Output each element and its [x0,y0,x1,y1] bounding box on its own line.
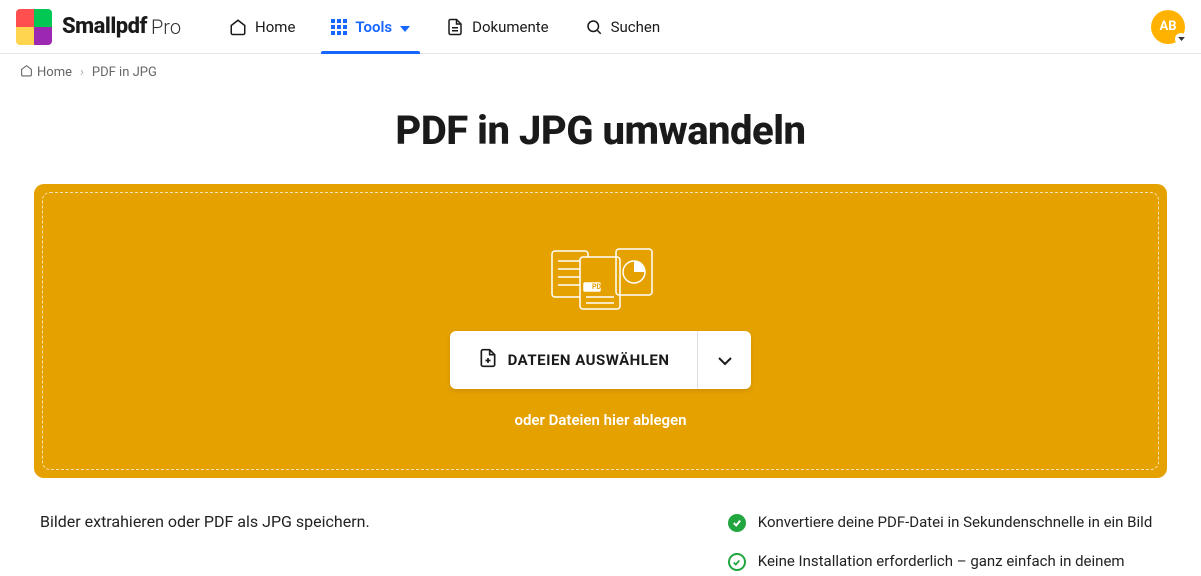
benefit-item: Keine Installation erforderlich – ganz e… [728,551,1161,572]
nav-home[interactable]: Home [211,0,313,54]
check-icon [728,514,746,532]
choose-files-label: DATEIEN AUSWÄHLEN [508,351,670,369]
breadcrumb-home[interactable]: Home [20,64,72,81]
search-icon [585,18,603,36]
breadcrumb: Home › PDF in JPG [0,54,1201,81]
dropzone-hint: oder Dateien hier ablegen [514,411,686,429]
svg-text:PDF: PDF [592,283,605,291]
nav-tools[interactable]: Tools [313,0,428,54]
chevron-down-icon [717,351,733,370]
home-icon [20,64,33,81]
document-icon [446,18,464,36]
choose-files-dropdown[interactable] [697,331,751,389]
nav-label: Home [255,18,295,36]
caret-down-icon [1175,33,1187,45]
sub-description: Bilder extrahieren oder PDF als JPG spei… [40,512,668,572]
caret-down-icon [400,18,410,36]
breadcrumb-label: Home [37,65,72,80]
page-title: PDF in JPG umwandeln [0,107,1201,154]
nav-label: Suchen [611,18,661,36]
breadcrumb-current: PDF in JPG [92,65,157,80]
brand-logo[interactable] [16,9,52,45]
benefit-item: Konvertiere deine PDF-Datei in Sekundens… [728,512,1161,533]
brand-name: Smallpdf [62,14,147,39]
file-add-icon [478,347,498,373]
nav-label: Dokumente [472,18,549,36]
user-avatar[interactable]: AB [1151,10,1185,44]
nav-search[interactable]: Suchen [567,0,679,54]
choose-files-button[interactable]: DATEIEN AUSWÄHLEN [450,331,698,389]
dropzone[interactable]: PDF DATEIEN AUSWÄHLEN oder Dateien hier … [34,184,1167,478]
nav-documents[interactable]: Dokumente [428,0,567,54]
benefit-text: Konvertiere deine PDF-Datei in Sekundens… [758,512,1153,533]
benefit-text: Keine Installation erforderlich – ganz e… [758,551,1125,572]
grid-icon [331,19,347,35]
home-icon [229,18,247,36]
files-illustration-icon: PDF [546,243,656,313]
breadcrumb-separator: › [80,65,84,80]
check-icon [728,553,746,571]
nav-label: Tools [355,18,392,36]
avatar-initials: AB [1159,19,1176,34]
brand-tier: Pro [151,15,181,39]
